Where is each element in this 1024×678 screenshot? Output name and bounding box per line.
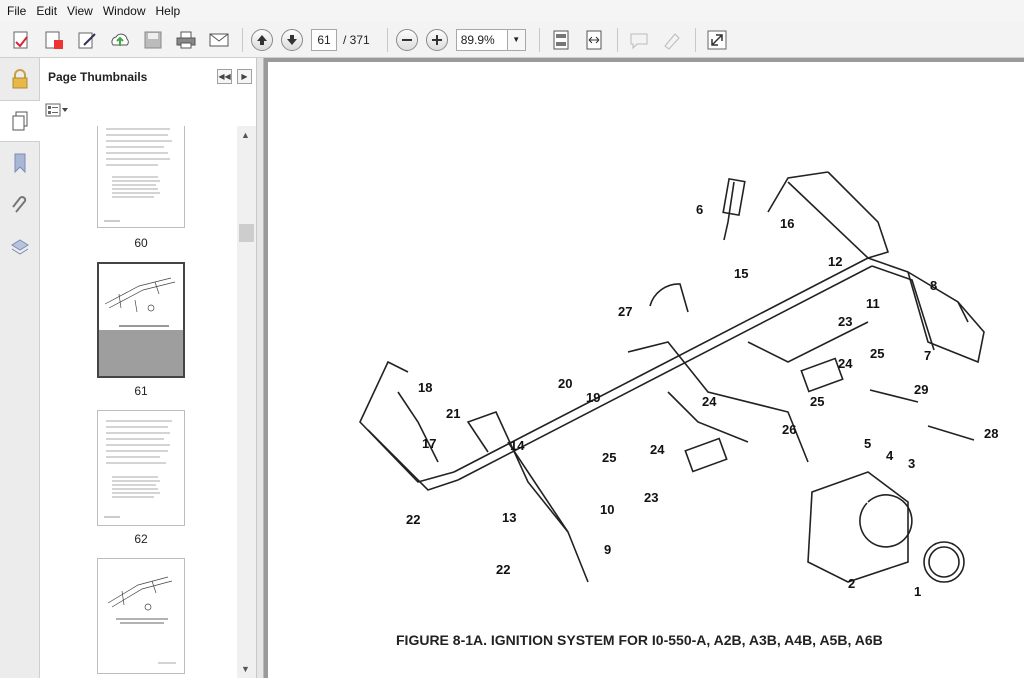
thumbnail-options[interactable] [45, 100, 69, 120]
callout-10: 10 [600, 502, 614, 517]
collapse-panel-icon[interactable]: ◀◀ [217, 69, 232, 84]
layers-icon[interactable] [0, 226, 40, 268]
callout-20: 20 [558, 376, 572, 391]
zoom-dropdown-icon[interactable]: ▼ [507, 28, 526, 51]
callout-7: 7 [924, 348, 931, 363]
callout-15: 15 [734, 266, 748, 281]
thumbnail-label: 62 [134, 532, 148, 546]
callout-27: 27 [618, 304, 632, 319]
panel-splitter[interactable] [257, 58, 264, 678]
print-icon[interactable] [173, 27, 199, 53]
callout-3: 3 [908, 456, 915, 471]
scroll-up-icon[interactable]: ▲ [241, 130, 250, 140]
callout-14: 14 [510, 438, 525, 453]
pdf-page: 1 2 3 4 5 6 7 8 9 10 11 12 13 14 15 16 1… [268, 62, 1024, 678]
callout-1: 1 [914, 584, 921, 599]
callout-18: 18 [418, 380, 432, 395]
callout-22b: 22 [496, 562, 510, 577]
callout-8: 8 [930, 278, 937, 293]
toolbar: 61 / 371 89.9% ▼ [0, 22, 1024, 58]
callout-12: 12 [828, 254, 842, 269]
zoom-in-icon[interactable] [425, 28, 448, 51]
lock-icon[interactable] [0, 58, 40, 100]
callout-24b: 24 [702, 394, 717, 409]
sign-icon[interactable] [74, 27, 100, 53]
fit-page-icon[interactable] [548, 27, 574, 53]
navigation-rail [0, 58, 40, 678]
callout-22: 22 [406, 512, 420, 527]
thumbnail-list: 60 61 62 [41, 126, 237, 678]
comment-icon[interactable] [626, 27, 652, 53]
callout-25: 25 [870, 346, 884, 361]
save-icon[interactable] [140, 27, 166, 53]
thumbnail-label: 60 [134, 236, 148, 250]
edit-pdf-icon[interactable] [41, 27, 67, 53]
menu-edit[interactable]: Edit [33, 4, 64, 18]
figure-caption: FIGURE 8-1A. IGNITION SYSTEM FOR I0-550-… [396, 632, 883, 648]
callout-23b: 23 [644, 490, 658, 505]
menu-window[interactable]: Window [100, 4, 153, 18]
document-view[interactable]: 1 2 3 4 5 6 7 8 9 10 11 12 13 14 15 16 1… [264, 58, 1024, 678]
callout-23: 23 [838, 314, 852, 329]
callout-9: 9 [604, 542, 611, 557]
zoom-input[interactable]: 89.9% [455, 28, 508, 51]
callout-2: 2 [848, 576, 855, 591]
callout-16: 16 [780, 216, 794, 231]
thumbnail-scrollbar[interactable]: ▲ ▼ [237, 126, 256, 678]
callout-24c: 24 [650, 442, 665, 457]
toolbar-separator [386, 27, 388, 52]
thumbnail-page-selected[interactable] [97, 262, 185, 378]
bookmark-icon[interactable] [0, 142, 40, 184]
menu-view[interactable]: View [64, 4, 100, 18]
callout-24: 24 [838, 356, 853, 371]
callout-19: 19 [586, 390, 600, 405]
zoom-out-icon[interactable] [395, 28, 418, 51]
menu-file[interactable]: File [4, 4, 33, 18]
cloud-upload-icon[interactable] [107, 27, 133, 53]
fit-width-icon[interactable] [581, 27, 607, 53]
expand-panel-icon[interactable]: ▶ [237, 69, 252, 84]
toolbar-separator [694, 27, 696, 52]
callout-13: 13 [502, 510, 516, 525]
menu-bar: File Edit View Window Help [0, 0, 1024, 22]
callout-26: 26 [782, 422, 796, 437]
email-icon[interactable] [206, 27, 232, 53]
callout-25b: 25 [810, 394, 824, 409]
callout-11: 11 [866, 296, 880, 311]
toolbar-separator [242, 27, 243, 52]
attachment-icon[interactable] [0, 184, 40, 226]
page-total: / 371 [343, 32, 370, 47]
callout-4: 4 [886, 448, 894, 463]
callout-29: 29 [914, 382, 928, 397]
menu-help[interactable]: Help [153, 4, 188, 18]
page-number-input[interactable]: 61 [311, 28, 337, 51]
options-menu-icon[interactable] [45, 103, 69, 117]
page-up-icon[interactable] [251, 28, 273, 51]
highlight-icon[interactable] [659, 27, 685, 53]
scrollbar-thumb[interactable] [239, 224, 254, 242]
thumbnail-page[interactable] [97, 126, 185, 228]
scroll-down-icon[interactable]: ▼ [241, 664, 250, 674]
create-icon[interactable] [8, 27, 34, 53]
thumbnail-page[interactable] [97, 410, 185, 526]
callout-28: 28 [984, 426, 998, 441]
toolbar-separator [616, 27, 618, 52]
callout-5: 5 [864, 436, 871, 451]
ignition-system-diagram: 1 2 3 4 5 6 7 8 9 10 11 12 13 14 15 16 1… [359, 171, 998, 599]
callout-25c: 25 [602, 450, 616, 465]
fullscreen-icon[interactable] [704, 27, 730, 53]
thumbnail-page[interactable] [97, 558, 185, 674]
callout-21: 21 [446, 406, 460, 421]
callout-6: 6 [696, 202, 703, 217]
toolbar-separator [538, 27, 540, 52]
pages-icon[interactable] [0, 100, 40, 142]
callout-17: 17 [422, 436, 436, 451]
thumbnails-panel: Page Thumbnails ◀◀ ▶ 60 61 62 ▲ ▼ [41, 58, 257, 678]
page-down-icon[interactable] [281, 28, 303, 51]
thumbnail-label: 61 [134, 384, 148, 398]
